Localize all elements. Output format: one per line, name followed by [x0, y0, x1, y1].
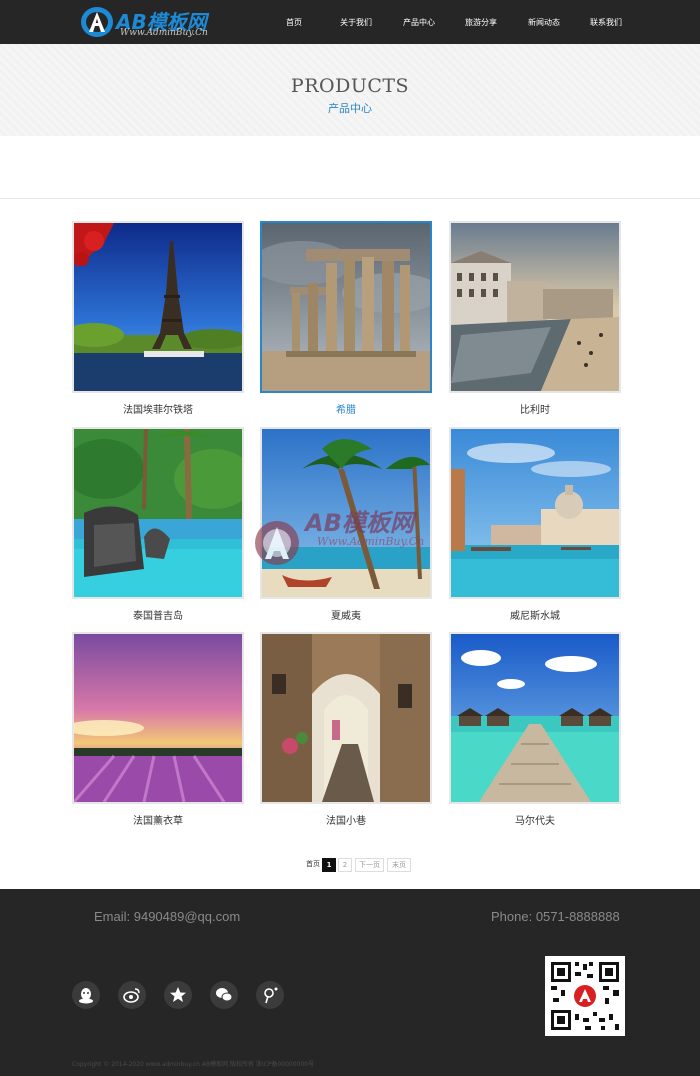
pinterest-icon[interactable]	[256, 981, 284, 1009]
product-image[interactable]	[72, 221, 244, 393]
phuket-pool-photo	[74, 429, 242, 597]
logo-subtext: Www.AdminBuy.Cn	[120, 28, 208, 38]
product-image[interactable]	[72, 427, 244, 599]
product-card[interactable]: 泰国普吉岛	[72, 427, 244, 622]
belgium-canal-photo	[451, 223, 619, 391]
pagination-page-1[interactable]: 1	[322, 858, 336, 872]
qq-icon[interactable]	[72, 981, 100, 1009]
product-image[interactable]	[260, 221, 432, 393]
logo-badge-icon	[81, 7, 113, 37]
product-card[interactable]: 法国小巷	[260, 632, 432, 827]
product-card[interactable]: 法国埃菲尔铁塔	[72, 221, 244, 416]
product-card[interactable]: 法国薰衣草	[72, 632, 244, 827]
product-title[interactable]: 法国小巷	[260, 812, 432, 827]
product-image[interactable]	[260, 632, 432, 804]
nav-item-travel[interactable]: 旅游分享	[465, 17, 497, 28]
page-subtitle: 产品中心	[328, 102, 372, 115]
product-card[interactable]: 希腊	[260, 221, 432, 416]
page-title: PRODUCTS	[290, 75, 410, 97]
watermark-logo: AB模板网 Www.AdminBuy.Cn	[253, 497, 453, 587]
lavender-field-photo	[74, 634, 242, 802]
qr-code	[545, 956, 625, 1036]
product-card[interactable]: 威尼斯水城	[449, 427, 621, 622]
section-divider	[0, 198, 700, 199]
copyright-text: Copyright © 2014-2020 www.adminbuy.cn AB…	[72, 1061, 314, 1068]
product-title[interactable]: 夏威夷	[260, 607, 432, 622]
weibo-icon[interactable]	[118, 981, 146, 1009]
product-card[interactable]: 比利时	[449, 221, 621, 416]
site-logo[interactable]: AB模板网 Www.AdminBuy.Cn	[80, 4, 230, 40]
product-title[interactable]: 泰国普吉岛	[72, 607, 244, 622]
product-title[interactable]: 比利时	[449, 401, 621, 416]
product-title[interactable]: 威尼斯水城	[449, 607, 621, 622]
nav-item-products[interactable]: 产品中心	[403, 17, 435, 28]
pagination-next[interactable]: 下一页	[355, 858, 384, 872]
venice-photo	[451, 429, 619, 597]
pagination-first[interactable]: 首页	[305, 858, 321, 872]
product-image[interactable]	[449, 632, 621, 804]
footer-phone[interactable]: Phone: 0571-8888888	[491, 909, 620, 924]
product-title[interactable]: 法国埃菲尔铁塔	[72, 401, 244, 416]
nav-item-contact[interactable]: 联系我们	[590, 17, 622, 28]
wechat-icon[interactable]	[210, 981, 238, 1009]
nav-item-about[interactable]: 关于我们	[340, 17, 372, 28]
star-icon[interactable]	[164, 981, 192, 1009]
product-image[interactable]	[449, 427, 621, 599]
product-image[interactable]	[449, 221, 621, 393]
site-footer: Email: 9490489@qq.com Phone: 0571-888888…	[0, 889, 700, 1076]
pagination: 首页 1 2 下一页 末页	[0, 858, 700, 872]
product-title[interactable]: 马尔代夫	[449, 812, 621, 827]
pagination-last[interactable]: 末页	[387, 858, 411, 872]
maldives-pier-photo	[451, 634, 619, 802]
page-banner: PRODUCTS 产品中心	[0, 44, 700, 136]
watermark-subtext: Www.AdminBuy.Cn	[317, 535, 425, 548]
qr-code-icon	[545, 956, 625, 1036]
french-alley-photo	[262, 634, 430, 802]
nav-item-home[interactable]: 首页	[286, 17, 302, 28]
pagination-page-2[interactable]: 2	[338, 858, 352, 872]
product-card[interactable]: 马尔代夫	[449, 632, 621, 827]
greek-columns-photo	[262, 223, 430, 391]
top-navigation-bar: AB模板网 Www.AdminBuy.Cn 首页 关于我们 产品中心 旅游分享 …	[0, 0, 700, 44]
product-image[interactable]	[72, 632, 244, 804]
footer-email[interactable]: Email: 9490489@qq.com	[94, 909, 240, 924]
watermark-text: AB模板网	[305, 509, 414, 537]
product-title[interactable]: 希腊	[260, 401, 432, 416]
nav-item-news[interactable]: 新闻动态	[528, 17, 560, 28]
product-title[interactable]: 法国薰衣草	[72, 812, 244, 827]
eiffel-tower-photo	[74, 223, 242, 391]
